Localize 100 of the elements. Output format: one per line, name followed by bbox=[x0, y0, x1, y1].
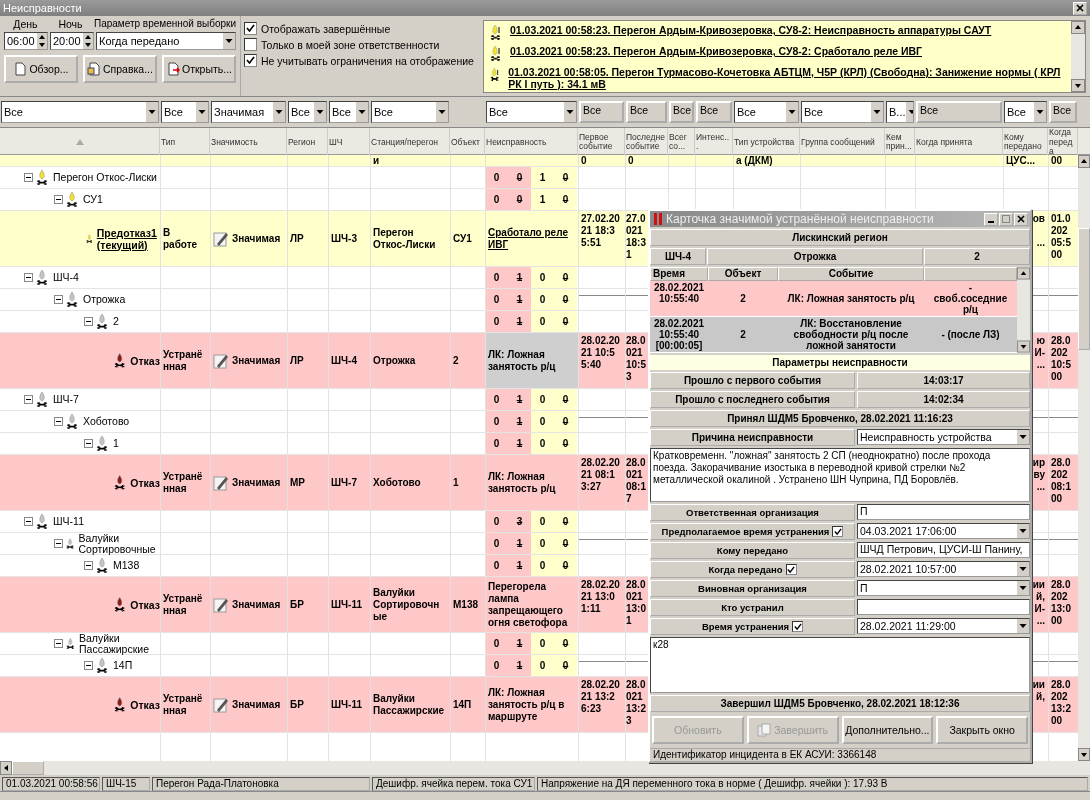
caret-icon[interactable] bbox=[1017, 430, 1029, 444]
filter-dropdown[interactable]: В... bbox=[886, 101, 914, 123]
caret-icon[interactable] bbox=[146, 102, 158, 122]
description-field[interactable]: Кратковременн. "ложная" занятость 2 СП (неоднократно) после прохода поезда. Закорачивание изостыка в переводной кривой стрелки №2 металлической окалиной . Устранено ШН Чуприна, ПД Боровлёв. bbox=[650, 448, 1030, 502]
filter-dropdown[interactable]: Все bbox=[486, 101, 577, 123]
filter-button[interactable]: Все bbox=[669, 101, 694, 123]
input-field[interactable]: ШЧД Петрович, ЦУСИ-Ш Панину, bbox=[857, 542, 1030, 558]
tree-node-label[interactable]: ШЧ-4 bbox=[53, 272, 79, 283]
column-header[interactable]: Станция/перегон bbox=[371, 137, 439, 147]
filter-button[interactable]: Все bbox=[626, 101, 667, 123]
column-header[interactable]: Когда принята bbox=[916, 137, 973, 147]
caret-icon[interactable] bbox=[273, 102, 285, 122]
notification-link[interactable]: 01.03.2021 00:58:23. Перегон Ардым-Кривозеровка, СУ8-2: Сработало реле ИВГ bbox=[510, 45, 923, 57]
caret-icon[interactable] bbox=[1034, 102, 1046, 122]
column-header[interactable]: Интенс... bbox=[696, 132, 731, 152]
dialog-button[interactable]: Дополнительно... bbox=[841, 716, 934, 744]
toolbar-button[interactable]: Справка... bbox=[83, 55, 157, 83]
sampling-parameter-dropdown[interactable]: Когда передано bbox=[96, 32, 236, 50]
checkbox[interactable] bbox=[785, 564, 797, 575]
notification-link[interactable]: 01.03.2021 00:58:23. Перегон Ардым-Кривозеровка, СУ8-2: Неисправность аппаратуры САУТ bbox=[510, 24, 992, 36]
scroll-up-icon[interactable] bbox=[1071, 21, 1085, 34]
column-header[interactable]: Объект bbox=[708, 267, 778, 281]
column-header[interactable]: Неисправность bbox=[486, 137, 547, 147]
caret-icon[interactable] bbox=[1017, 581, 1029, 595]
filter-button[interactable]: Все bbox=[1049, 101, 1077, 123]
filter-dropdown[interactable]: Все bbox=[288, 101, 327, 123]
caret-icon[interactable] bbox=[223, 33, 235, 49]
dropdown-field[interactable]: 28.02.2021 10:57:00 bbox=[857, 561, 1030, 577]
column-header[interactable]: Кому передано bbox=[1004, 132, 1046, 152]
caret-icon[interactable] bbox=[871, 102, 883, 122]
dialog-button[interactable]: Закрыть окно bbox=[936, 716, 1028, 744]
scroll-thumb[interactable] bbox=[1078, 228, 1090, 350]
column-header[interactable]: Кем прин... bbox=[886, 132, 913, 152]
collapse-toggle[interactable] bbox=[54, 539, 63, 548]
caret-icon[interactable] bbox=[786, 102, 798, 122]
column-header[interactable]: Первое событие bbox=[579, 132, 623, 152]
column-header[interactable]: Последне событие bbox=[626, 132, 666, 152]
dropdown-field[interactable]: П bbox=[857, 580, 1030, 596]
event-row[interactable]: 28.02.2021 10:55:40 [00:00:05] 2 ЛК: Восстановление свободности р/ц после ложной занятости - (после ЛЗ) bbox=[650, 317, 1017, 353]
caret-icon[interactable] bbox=[436, 102, 448, 122]
checkbox[interactable] bbox=[792, 621, 804, 632]
scroll-up-icon[interactable] bbox=[1017, 267, 1030, 280]
close-button[interactable] bbox=[1014, 212, 1028, 226]
incident-label[interactable]: Отказ bbox=[130, 598, 160, 611]
notification-link[interactable]: 01.03.2021 00:58:05. Перегон Турмасово-Кочетовка АБТЦМ, Ч5Р (КРЛ) (Свободна): Занижение нормы ( КРЛ РК I путь ): 34.1 мВ bbox=[508, 66, 1065, 90]
collapse-toggle[interactable] bbox=[54, 295, 63, 304]
filter-dropdown[interactable]: Все bbox=[1004, 101, 1047, 123]
column-header[interactable]: Когда переда bbox=[1049, 128, 1076, 157]
close-button[interactable] bbox=[1073, 1, 1087, 15]
toolbar-button[interactable]: Открыть... bbox=[162, 55, 236, 83]
scroll-left-icon[interactable] bbox=[0, 761, 12, 775]
tree-node-label[interactable]: М138 bbox=[113, 560, 140, 571]
filter-button[interactable]: Все bbox=[916, 101, 1002, 123]
column-header[interactable]: Значимость bbox=[211, 137, 258, 147]
tree-node-label[interactable]: Валуйки Сортировочные bbox=[78, 533, 160, 554]
note-field[interactable]: к28 bbox=[650, 637, 1030, 693]
filter-button[interactable]: Все bbox=[579, 101, 624, 123]
incident-label[interactable]: Отказ bbox=[130, 476, 160, 489]
filter-dropdown[interactable]: Значимая bbox=[211, 101, 286, 123]
tree-node-label[interactable]: Хоботово bbox=[83, 416, 130, 427]
incident-label[interactable]: Отказ bbox=[130, 354, 160, 367]
scroll-up-icon[interactable] bbox=[1078, 155, 1090, 168]
scroll-down-icon[interactable] bbox=[1078, 748, 1090, 761]
column-header[interactable]: Всег со... bbox=[669, 132, 693, 152]
scroll-thumb[interactable] bbox=[12, 761, 44, 775]
caret-icon[interactable] bbox=[1017, 524, 1029, 538]
spinner-icon[interactable] bbox=[37, 33, 47, 49]
collapse-toggle[interactable] bbox=[24, 173, 33, 182]
collapse-toggle[interactable] bbox=[54, 195, 63, 204]
filter-dropdown[interactable]: Все bbox=[371, 101, 449, 123]
collapse-toggle[interactable] bbox=[84, 561, 93, 570]
tree-node-label[interactable]: 1 bbox=[113, 438, 119, 449]
column-header[interactable]: ШЧ bbox=[329, 137, 343, 147]
input-field[interactable]: П bbox=[857, 504, 1030, 520]
incident-label[interactable]: Предотказ1 (текущий) bbox=[96, 226, 160, 251]
dropdown-field[interactable]: 04.03.2021 17:06:00 bbox=[857, 523, 1030, 539]
tree-node-label[interactable]: СУ1 bbox=[83, 194, 103, 205]
caret-icon[interactable] bbox=[314, 102, 326, 122]
caret-icon[interactable] bbox=[356, 102, 368, 122]
column-header[interactable]: Событие bbox=[778, 267, 924, 281]
column-header[interactable]: Время bbox=[650, 267, 708, 281]
collapse-toggle[interactable] bbox=[24, 517, 33, 526]
collapse-toggle[interactable] bbox=[84, 317, 93, 326]
tree-node-label[interactable]: 2 bbox=[113, 316, 119, 327]
checkbox-label[interactable]: Только в моей зоне ответственности bbox=[261, 38, 440, 51]
input-field[interactable] bbox=[857, 599, 1030, 615]
minimize-button[interactable] bbox=[984, 212, 998, 226]
checkbox[interactable] bbox=[244, 22, 257, 35]
checkbox[interactable] bbox=[244, 54, 257, 67]
tree-node-label[interactable]: 14П bbox=[113, 660, 133, 671]
collapse-toggle[interactable] bbox=[84, 439, 93, 448]
collapse-toggle[interactable] bbox=[24, 273, 33, 282]
caret-icon[interactable] bbox=[1017, 619, 1029, 633]
filter-dropdown[interactable]: Все bbox=[329, 101, 369, 123]
column-header[interactable]: Тип bbox=[161, 137, 176, 147]
caret-icon[interactable] bbox=[564, 102, 576, 122]
filter-dropdown[interactable]: Все bbox=[1, 101, 159, 123]
scroll-down-icon[interactable] bbox=[1017, 340, 1030, 353]
collapse-toggle[interactable] bbox=[24, 395, 33, 404]
filter-dropdown[interactable]: Все bbox=[734, 101, 799, 123]
